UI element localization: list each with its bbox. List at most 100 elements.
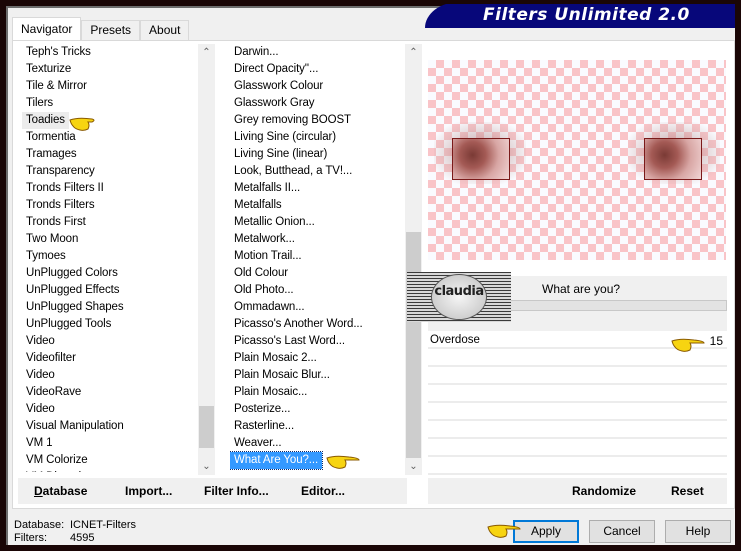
- list-item[interactable]: VM Colorize: [22, 452, 197, 469]
- apply-button[interactable]: Apply: [513, 520, 579, 543]
- scroll-up-icon[interactable]: ⌃: [198, 44, 215, 61]
- list-item[interactable]: Two Moon: [22, 231, 197, 248]
- list-item[interactable]: Grey removing BOOST: [230, 112, 405, 129]
- preview-image: [428, 60, 726, 260]
- list-item[interactable]: UnPlugged Shapes: [22, 299, 197, 316]
- list-item[interactable]: Rasterline...: [230, 418, 405, 435]
- list-item[interactable]: UnPlugged Effects: [22, 282, 197, 299]
- filters-count-value: 4595: [70, 532, 95, 544]
- parameter-value[interactable]: 15: [710, 334, 723, 348]
- parameter-row: [428, 458, 727, 475]
- list-item[interactable]: Video: [22, 367, 197, 384]
- tab-navigator[interactable]: Navigator: [12, 17, 82, 41]
- list-item[interactable]: Plain Mosaic Blur...: [230, 367, 405, 384]
- scroll-down-icon[interactable]: ⌄: [405, 458, 422, 475]
- list-item[interactable]: Tilers: [22, 95, 197, 112]
- database-value: ICNET-Filters: [70, 519, 136, 531]
- list-item[interactable]: Weaver...: [230, 435, 405, 452]
- list-item[interactable]: Ommadawn...: [230, 299, 405, 316]
- scroll-thumb[interactable]: [406, 232, 421, 458]
- list-item[interactable]: VM 1: [22, 435, 197, 452]
- navigator-button-bar: Database Import... Filter Info... Editor…: [18, 478, 407, 504]
- scroll-up-icon[interactable]: ⌃: [405, 44, 422, 61]
- help-button[interactable]: Help: [665, 520, 731, 543]
- pointing-hand-icon: [326, 455, 360, 469]
- list-item[interactable]: Metalwork...: [230, 231, 405, 248]
- list-item[interactable]: Metalfalls II...: [230, 180, 405, 197]
- list-item[interactable]: Tile & Mirror: [22, 78, 197, 95]
- parameter-row: [428, 422, 727, 439]
- parameter-row: [428, 350, 727, 367]
- list-item[interactable]: Motion Trail...: [230, 248, 405, 265]
- list-item[interactable]: Video: [22, 401, 197, 418]
- list-item[interactable]: Look, Butthead, a TV!...: [230, 163, 405, 180]
- database-label: Database:: [14, 519, 65, 531]
- list-item[interactable]: Video: [22, 333, 197, 350]
- parameter-name: Overdose: [430, 334, 480, 346]
- list-item[interactable]: Texturize: [22, 61, 197, 78]
- list-item[interactable]: Old Colour: [230, 265, 405, 282]
- editor-button[interactable]: Editor...: [301, 484, 345, 498]
- list-item[interactable]: Darwin...: [230, 44, 405, 61]
- list-item[interactable]: VM Distortion: [22, 469, 197, 472]
- list-item[interactable]: Posterize...: [230, 401, 405, 418]
- tab-presets[interactable]: Presets: [81, 20, 141, 40]
- filter-list[interactable]: Darwin... Direct Opacity''... Glasswork Co…: [230, 44, 405, 472]
- list-item[interactable]: Tramages: [22, 146, 197, 163]
- list-item[interactable]: Tormentia: [22, 129, 197, 146]
- list-item[interactable]: What Are You?...: [230, 451, 324, 470]
- list-item[interactable]: Plain Mosaic...: [230, 384, 405, 401]
- category-list-scrollbar[interactable]: ⌃ ⌄: [198, 44, 215, 475]
- preview-tile-left: [452, 138, 510, 180]
- parameter-row: [428, 368, 727, 385]
- list-item[interactable]: Glasswork Colour: [230, 78, 405, 95]
- list-item[interactable]: Picasso's Another Word...: [230, 316, 405, 333]
- list-item[interactable]: Teph's Tricks: [22, 44, 197, 61]
- list-item[interactable]: Transparency: [22, 163, 197, 180]
- list-item[interactable]: Toadies: [22, 112, 69, 129]
- list-item[interactable]: Visual Manipulation: [22, 418, 197, 435]
- tab-bar: Navigator Presets About: [12, 17, 190, 41]
- list-item[interactable]: UnPlugged Tools: [22, 316, 197, 333]
- list-item[interactable]: Metallic Onion...: [230, 214, 405, 231]
- list-item[interactable]: Tronds Filters: [22, 197, 197, 214]
- category-list[interactable]: Teph's Tricks Texturize Tile & Mirror Tiler…: [22, 44, 197, 472]
- cancel-button[interactable]: Cancel: [589, 520, 655, 543]
- list-item[interactable]: Tronds First: [22, 214, 197, 231]
- database-button[interactable]: Database: [34, 484, 87, 498]
- list-item[interactable]: Metalfalls: [230, 197, 405, 214]
- scroll-down-icon[interactable]: ⌄: [198, 458, 215, 475]
- filter-info-button[interactable]: Filter Info...: [204, 484, 269, 498]
- list-item[interactable]: Tronds Filters II: [22, 180, 197, 197]
- list-item[interactable]: Videofilter: [22, 350, 197, 367]
- list-item[interactable]: UnPlugged Colors: [22, 265, 197, 282]
- list-item[interactable]: Living Sine (linear): [230, 146, 405, 163]
- filter-title: What are you?: [542, 282, 621, 296]
- parameter-button-bar: Randomize Reset: [428, 478, 727, 504]
- list-item[interactable]: Living Sine (circular): [230, 129, 405, 146]
- list-item[interactable]: Tymoes: [22, 248, 197, 265]
- parameter-row: [428, 386, 727, 403]
- list-item[interactable]: Glasswork Gray: [230, 95, 405, 112]
- randomize-button[interactable]: Randomize: [572, 484, 636, 498]
- filters-count-label: Filters:: [14, 532, 47, 544]
- scroll-thumb[interactable]: [199, 406, 214, 448]
- watermark-text: claudia: [434, 284, 484, 299]
- parameter-row: [428, 440, 727, 457]
- parameter-row: [428, 404, 727, 421]
- list-item[interactable]: Direct Opacity''...: [230, 61, 405, 78]
- filter-list-scrollbar[interactable]: ⌃ ⌄: [405, 44, 422, 475]
- tab-about[interactable]: About: [140, 20, 190, 40]
- list-item[interactable]: Picasso's Last Word...: [230, 333, 405, 350]
- list-item[interactable]: Plain Mosaic 2...: [230, 350, 405, 367]
- pointing-hand-icon: [671, 338, 705, 352]
- watermark-logo: claudia: [407, 272, 511, 322]
- pointing-hand-icon: [487, 524, 521, 538]
- import-button[interactable]: Import...: [125, 484, 172, 498]
- pointing-hand-icon: [69, 117, 95, 131]
- database-label: atabase: [42, 484, 88, 498]
- preview-tile-right: [644, 138, 702, 180]
- list-item[interactable]: VideoRave: [22, 384, 197, 401]
- list-item[interactable]: Old Photo...: [230, 282, 405, 299]
- reset-button[interactable]: Reset: [671, 484, 704, 498]
